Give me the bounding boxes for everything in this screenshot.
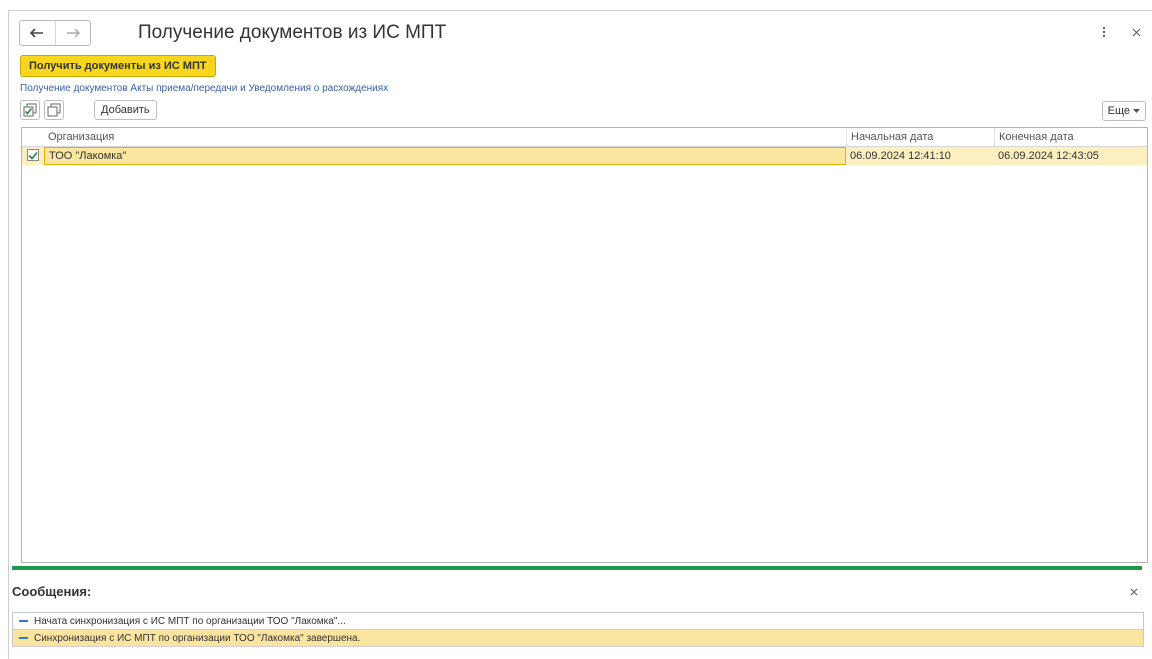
close-messages-button[interactable] [1128,586,1140,598]
arrow-right-icon [66,28,80,38]
header-check-column [22,128,44,146]
row-organization[interactable]: ТОО "Лакомка" [44,147,846,165]
check-all-button[interactable] [20,100,40,120]
close-icon [1132,28,1140,36]
message-bullet-icon [19,637,28,639]
row-end-date[interactable]: 06.09.2024 12:43:05 [994,147,1147,165]
row-checkbox[interactable] [27,149,39,161]
uncheck-all-icon [47,103,61,117]
page-title: Получение документов из ИС МПТ [138,22,447,43]
checkmark-icon [28,151,38,160]
form-window: Получение документов из ИС МПТ Получить … [8,10,1152,659]
arrow-left-icon [30,28,44,38]
table-toolbar: Добавить [20,100,157,120]
close-window-button[interactable] [1130,25,1142,39]
forward-button[interactable] [54,21,90,45]
more-button[interactable]: Еще [1101,101,1146,121]
get-documents-button[interactable]: Получить документы из ИС МПТ [20,55,216,77]
table-row[interactable]: ТОО "Лакомка" 06.09.2024 12:41:10 06.09.… [22,147,1147,165]
info-link[interactable]: Получение документов Акты приема/передач… [20,83,388,94]
add-button[interactable]: Добавить [94,100,157,120]
chevron-down-icon [1133,109,1140,113]
messages-list: Начата синхронизация с ИС МПТ по организ… [12,612,1144,647]
navigation-buttons [19,20,91,46]
uncheck-all-button[interactable] [44,100,64,120]
header-end-date[interactable]: Конечная дата [994,128,1147,146]
back-button[interactable] [20,21,55,45]
header-organization[interactable]: Организация [44,128,846,146]
row-start-date[interactable]: 06.09.2024 12:41:10 [846,147,994,165]
more-actions-button[interactable] [1098,25,1110,39]
messages-divider [12,566,1142,570]
more-button-label: Еще [1107,105,1130,117]
message-item[interactable]: Начата синхронизация с ИС МПТ по организ… [13,613,1143,630]
close-icon [1130,588,1138,596]
kebab-menu-icon [1102,26,1106,38]
row-check-cell [22,147,44,165]
organizations-table: Организация Начальная дата Конечная дата… [21,127,1148,563]
window-controls [1098,25,1142,39]
messages-title: Сообщения: [12,584,92,599]
message-item[interactable]: Синхронизация с ИС МПТ по организации ТО… [13,630,1143,647]
check-all-icon [23,103,37,117]
message-bullet-icon [19,620,28,622]
table-header: Организация Начальная дата Конечная дата [22,128,1147,147]
header-start-date[interactable]: Начальная дата [846,128,994,146]
message-text: Синхронизация с ИС МПТ по организации ТО… [34,632,361,644]
message-text: Начата синхронизация с ИС МПТ по организ… [34,615,346,627]
